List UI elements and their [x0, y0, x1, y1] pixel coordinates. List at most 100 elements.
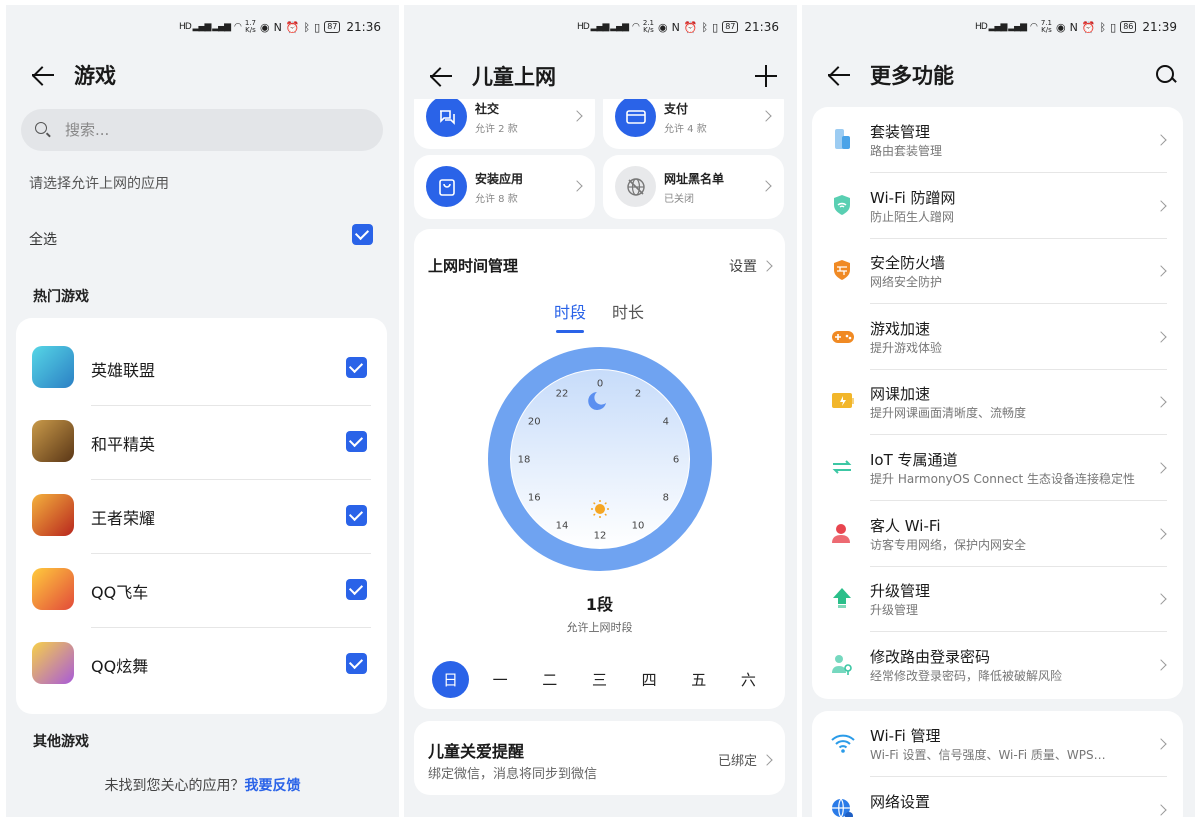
game-row[interactable]: QQ炫舞: [16, 628, 387, 702]
tile-url-blacklist[interactable]: 网址黑名单 已关闭: [603, 155, 784, 219]
game-row[interactable]: 王者荣耀: [16, 480, 387, 554]
day-sun[interactable]: 日: [432, 661, 469, 698]
feature-row[interactable]: 游戏加速 提升游戏体验: [812, 304, 1183, 370]
hot-games-heading: 热门游戏: [33, 289, 89, 305]
feature-row[interactable]: Wi-Fi 防蹭网防止陌生人蹭网: [812, 173, 1183, 239]
time-settings-link[interactable]: 设置: [729, 256, 773, 276]
signal-icon: HD ▂▄▆ ▂▄▆: [179, 22, 231, 32]
games-screen: HD ▂▄▆ ▂▄▆ ◠ 1.7 K/s ◉ N ⏰ ᛒ ▯ 87 21:36 游…: [6, 5, 399, 817]
tile-title: 社交: [475, 102, 500, 116]
search-input[interactable]: [65, 121, 345, 139]
game-row[interactable]: 和平精英: [16, 406, 387, 480]
feature-row[interactable]: IoT 专属通道 提升 HarmonyOS Connect 生态设备连接稳定性: [812, 435, 1183, 501]
game-checkbox[interactable]: [346, 431, 367, 452]
game-row[interactable]: QQ飞车: [16, 554, 387, 628]
game-name: QQ飞车: [91, 583, 149, 602]
vibrate-icon: ▯: [314, 20, 321, 34]
game-checkbox[interactable]: [346, 579, 367, 600]
chevron-right-icon: [571, 180, 583, 192]
tile-install-apps[interactable]: 安装应用 允许 8 款: [414, 155, 595, 219]
chevron-right-icon: [1155, 527, 1167, 540]
game-row[interactable]: 英雄联盟: [16, 332, 387, 406]
feature-title: IoT 专属通道: [870, 451, 958, 469]
features-list: 套装管理 路由套装管理 Wi-Fi 防蹭网 防止陌生人蹭网 安全防火墙 网络安全防护 游戏加…: [812, 107, 1183, 699]
feature-row[interactable]: 安全防火墙 网络安全防护: [812, 238, 1183, 305]
tab-duration[interactable]: 时长: [612, 299, 644, 323]
chevron-right-icon: [1155, 738, 1167, 750]
alarm-icon: ⏰: [683, 20, 698, 34]
battery-indicator: 87: [722, 21, 739, 33]
game-checkbox[interactable]: [346, 653, 367, 674]
iot-channel-icon: [830, 455, 854, 479]
search-icon: [35, 122, 51, 138]
game-checkbox[interactable]: [346, 505, 367, 526]
reminder-status: 已绑定: [718, 750, 773, 769]
chevron-right-icon: [1155, 331, 1167, 343]
care-reminder-card[interactable]: 儿童关爱提醒 绑定微信，消息将同步到微信 已绑定: [414, 721, 785, 795]
shopping-bag-icon: [426, 166, 467, 207]
clock-number: 2: [635, 389, 641, 400]
online-class-icon: [830, 389, 854, 413]
user-key-icon: [830, 652, 854, 676]
day-wed[interactable]: 三: [581, 661, 618, 698]
game-name: 英雄联盟: [91, 361, 156, 380]
clock-number: 18: [518, 455, 531, 466]
wifi-status-icon: ◠: [1030, 22, 1038, 32]
select-all-checkbox[interactable]: [352, 224, 373, 245]
feature-subtitle: 提升游戏体验: [870, 340, 943, 355]
day-sat[interactable]: 六: [730, 661, 767, 698]
feature-subtitle: 防止陌生人蹭网: [870, 209, 955, 224]
feature-title: 套装管理: [870, 123, 931, 141]
feature-title: Wi-Fi 管理: [870, 727, 941, 745]
search-bar[interactable]: [21, 109, 383, 151]
back-arrow-icon[interactable]: [428, 62, 456, 90]
chevron-right-icon: [1155, 396, 1167, 409]
segment-count: 1段: [585, 595, 614, 614]
time-management-card: 上网时间管理 设置 时段 时长 0 2 4 6 8 10 12 14 16 18 20 22: [414, 229, 785, 709]
feature-row[interactable]: 网课加速 提升网课画面清晰度、流畅度: [812, 369, 1183, 436]
nfc-icon: N: [671, 20, 680, 34]
router-set-icon: [830, 127, 854, 151]
feature-row[interactable]: 套装管理 路由套装管理: [812, 107, 1183, 173]
tile-sub: 已关闭: [664, 194, 694, 205]
feature-title: 网课加速: [870, 385, 931, 404]
feature-title: 客人 Wi-Fi: [870, 516, 941, 535]
chevron-right-icon: [1155, 659, 1167, 671]
reminder-title: 儿童关爱提醒: [428, 742, 525, 761]
search-icon[interactable]: [1155, 64, 1177, 86]
game-checkbox[interactable]: [346, 357, 367, 378]
reminder-sub: 绑定微信，消息将同步到微信: [428, 767, 598, 782]
feature-title: Wi-Fi 防蹭网: [870, 188, 956, 207]
tile-title: 支付: [664, 102, 689, 116]
time-tabs: 时段 时长: [554, 299, 644, 333]
feature-row[interactable]: 修改路由登录密码 经常修改登录密码，降低被破解风险: [812, 632, 1183, 698]
feature-row[interactable]: 网络设置: [812, 777, 1183, 817]
day-tue[interactable]: 二: [531, 661, 568, 698]
time-period-clock[interactable]: 0 2 4 6 8 10 12 14 16 18 20 22: [488, 347, 712, 571]
back-arrow-icon[interactable]: [30, 61, 58, 89]
back-arrow-icon[interactable]: [826, 61, 854, 89]
day-thu[interactable]: 四: [631, 661, 668, 698]
day-mon[interactable]: 一: [482, 661, 519, 698]
chevron-right-icon: [761, 260, 773, 272]
feature-subtitle: Wi-Fi 设置、信号强度、Wi-Fi 质量、WPS…: [870, 748, 1106, 762]
feature-row[interactable]: Wi-Fi 管理 Wi-Fi 设置、信号强度、Wi-Fi 质量、WPS…: [812, 711, 1183, 777]
clock-number: 6: [673, 455, 679, 466]
nfc-icon: N: [1069, 20, 1078, 34]
feedback-link[interactable]: 我要反馈: [245, 778, 301, 794]
qq-dance-icon: [32, 642, 74, 684]
feature-row[interactable]: 升级管理 升级管理: [812, 566, 1183, 633]
add-icon[interactable]: [755, 65, 777, 87]
clock-face: [511, 370, 689, 548]
chevron-right-icon: [1155, 804, 1167, 816]
day-fri[interactable]: 五: [680, 661, 717, 698]
time-management-title: 上网时间管理: [428, 257, 519, 275]
feature-row[interactable]: 客人 Wi-Fi 访客专用网络，保护内网安全: [812, 501, 1183, 567]
clock-time: 21:36: [346, 20, 381, 34]
chevron-right-icon: [761, 753, 773, 766]
status-bar: HD ▂▄▆ ▂▄▆ ◠ 1.7 K/s ◉ N ⏰ ᛒ ▯ 87 21:36: [179, 17, 381, 37]
feature-title: 网络设置: [870, 793, 931, 811]
tab-period[interactable]: 时段: [554, 299, 586, 333]
qq-speed-icon: [32, 568, 74, 610]
feature-title: 安全防火墙: [870, 254, 946, 273]
